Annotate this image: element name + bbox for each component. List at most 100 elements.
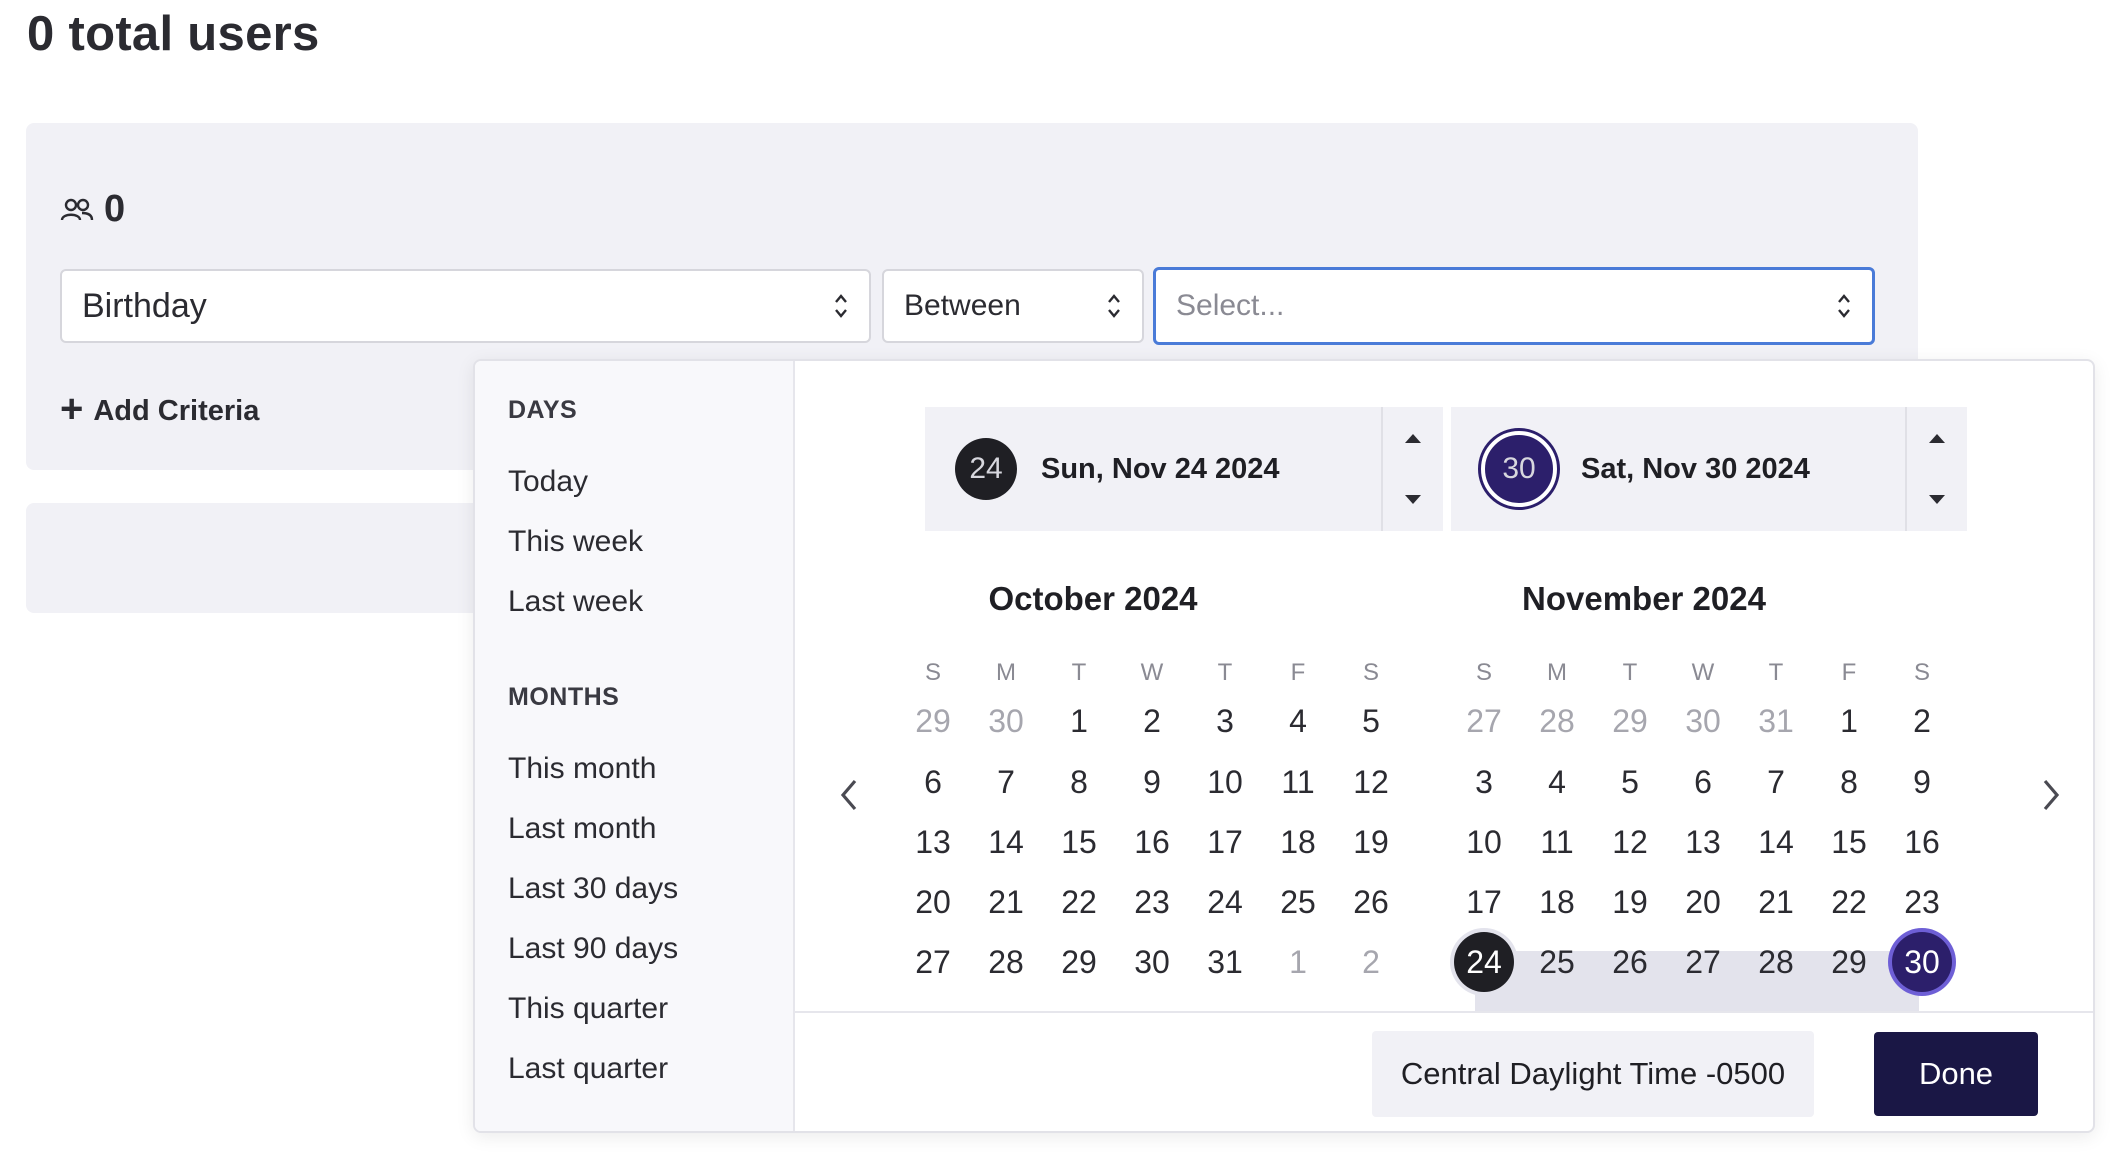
calendar-day[interactable]: 8 xyxy=(1819,752,1879,812)
calendar-day[interactable]: 26 xyxy=(1600,932,1660,992)
calendar-day[interactable]: 30 xyxy=(976,691,1036,751)
calendar-day[interactable]: 4 xyxy=(1527,752,1587,812)
page-title: 0 total users xyxy=(27,7,320,61)
calendar-day[interactable]: 17 xyxy=(1195,812,1255,872)
calendar-day[interactable]: 30 xyxy=(1122,932,1182,992)
calendar-day[interactable]: 5 xyxy=(1600,752,1660,812)
calendar-day[interactable]: 7 xyxy=(1746,752,1806,812)
calendar-day[interactable]: 30 xyxy=(1673,691,1733,751)
calendar-day[interactable]: 28 xyxy=(976,932,1036,992)
calendar-day[interactable]: 19 xyxy=(1600,872,1660,932)
calendar-day[interactable]: 11 xyxy=(1527,812,1587,872)
preset-last-week[interactable]: Last week xyxy=(508,585,643,619)
calendar-day[interactable]: 3 xyxy=(1454,752,1514,812)
calendar-day[interactable]: 5 xyxy=(1341,691,1401,751)
calendar-day[interactable]: 23 xyxy=(1122,872,1182,932)
chevron-updown-icon xyxy=(835,294,847,318)
operator-select[interactable]: Between xyxy=(882,269,1144,343)
calendar-day[interactable]: 31 xyxy=(1195,932,1255,992)
calendar-day[interactable]: 27 xyxy=(1673,932,1733,992)
calendar-day[interactable]: 15 xyxy=(1819,812,1879,872)
calendar-day[interactable]: 11 xyxy=(1268,752,1328,812)
calendar-day[interactable]: 22 xyxy=(1819,872,1879,932)
preset-last-quarter[interactable]: Last quarter xyxy=(508,1052,668,1086)
calendar-day[interactable]: 9 xyxy=(1122,752,1182,812)
calendar-day[interactable]: 9 xyxy=(1892,752,1952,812)
date-range-select[interactable]: Select... xyxy=(1153,267,1875,345)
month-title-october: October 2024 xyxy=(988,580,1198,617)
calendar-day[interactable]: 1 xyxy=(1049,691,1109,751)
chevron-left-icon[interactable] xyxy=(837,777,861,813)
calendar-day[interactable]: 3 xyxy=(1195,691,1255,751)
calendar-day[interactable]: 1 xyxy=(1819,691,1879,751)
calendar-day[interactable]: 15 xyxy=(1049,812,1109,872)
calendar-day[interactable]: 14 xyxy=(1746,812,1806,872)
caret-down-icon[interactable] xyxy=(1928,494,1946,506)
calendar-day[interactable]: 20 xyxy=(903,872,963,932)
calendar-day[interactable]: 30 xyxy=(1892,932,1952,992)
done-button[interactable]: Done xyxy=(1874,1032,2038,1116)
caret-up-icon[interactable] xyxy=(1928,432,1946,444)
calendar-day[interactable]: 19 xyxy=(1341,812,1401,872)
calendar-day[interactable]: 24 xyxy=(1454,932,1514,992)
preset-heading-days: DAYS xyxy=(508,396,578,424)
calendar-day[interactable]: 29 xyxy=(1600,691,1660,751)
calendar-day[interactable]: 16 xyxy=(1892,812,1952,872)
calendar-day[interactable]: 29 xyxy=(1819,932,1879,992)
calendar-day[interactable]: 12 xyxy=(1600,812,1660,872)
calendar-day[interactable]: 1 xyxy=(1268,932,1328,992)
calendar-day[interactable]: 16 xyxy=(1122,812,1182,872)
chevron-updown-icon xyxy=(1838,294,1850,318)
calendar-day[interactable]: 20 xyxy=(1673,872,1733,932)
calendar-day[interactable]: 13 xyxy=(1673,812,1733,872)
calendar-day[interactable]: 18 xyxy=(1527,872,1587,932)
calendar-day[interactable]: 2 xyxy=(1341,932,1401,992)
preset-this-month[interactable]: This month xyxy=(508,752,656,786)
calendar-day[interactable]: 6 xyxy=(1673,752,1733,812)
field-select[interactable]: Birthday xyxy=(60,269,871,343)
preset-today[interactable]: Today xyxy=(508,465,588,499)
preset-last-month[interactable]: Last month xyxy=(508,812,656,846)
weekday-label: T xyxy=(1217,659,1233,686)
calendar-day[interactable]: 8 xyxy=(1049,752,1109,812)
field-select-value: Birthday xyxy=(82,286,207,325)
calendar-day[interactable]: 25 xyxy=(1268,872,1328,932)
calendar-day[interactable]: 14 xyxy=(976,812,1036,872)
calendar-day[interactable]: 27 xyxy=(1454,691,1514,751)
calendar-day[interactable]: 2 xyxy=(1892,691,1952,751)
calendar-day[interactable]: 2 xyxy=(1122,691,1182,751)
chevron-right-icon[interactable] xyxy=(2039,777,2063,813)
calendar-day[interactable]: 10 xyxy=(1195,752,1255,812)
calendar-day[interactable]: 12 xyxy=(1341,752,1401,812)
preset-this-quarter[interactable]: This quarter xyxy=(508,992,668,1026)
calendar-day[interactable]: 6 xyxy=(903,752,963,812)
calendar-day[interactable]: 17 xyxy=(1454,872,1514,932)
calendar-day[interactable]: 7 xyxy=(976,752,1036,812)
calendar-day[interactable]: 31 xyxy=(1746,691,1806,751)
preset-last-90-days[interactable]: Last 90 days xyxy=(508,932,678,966)
calendar-day[interactable]: 29 xyxy=(903,691,963,751)
caret-down-icon[interactable] xyxy=(1404,494,1422,506)
calendar-day[interactable]: 28 xyxy=(1746,932,1806,992)
calendar-day[interactable]: 27 xyxy=(903,932,963,992)
calendar-day[interactable]: 21 xyxy=(976,872,1036,932)
preset-last-30-days[interactable]: Last 30 days xyxy=(508,872,678,906)
calendar-day[interactable]: 18 xyxy=(1268,812,1328,872)
calendar-day[interactable]: 26 xyxy=(1341,872,1401,932)
calendar-day[interactable]: 22 xyxy=(1049,872,1109,932)
calendar-day[interactable]: 24 xyxy=(1195,872,1255,932)
calendar-day[interactable]: 4 xyxy=(1268,691,1328,751)
calendar-day[interactable]: 10 xyxy=(1454,812,1514,872)
weekday-label: S xyxy=(1913,659,1930,686)
calendar-day[interactable]: 21 xyxy=(1746,872,1806,932)
users-icon xyxy=(60,198,94,220)
calendar-day[interactable]: 13 xyxy=(903,812,963,872)
calendar-day[interactable]: 25 xyxy=(1527,932,1587,992)
range-end-label: Sat, Nov 30 2024 xyxy=(1581,452,1810,485)
add-criteria-button[interactable]: + Add Criteria xyxy=(60,389,259,429)
calendar-day[interactable]: 28 xyxy=(1527,691,1587,751)
calendar-day[interactable]: 29 xyxy=(1049,932,1109,992)
calendar-day[interactable]: 23 xyxy=(1892,872,1952,932)
preset-this-week[interactable]: This week xyxy=(508,525,643,559)
caret-up-icon[interactable] xyxy=(1404,432,1422,444)
